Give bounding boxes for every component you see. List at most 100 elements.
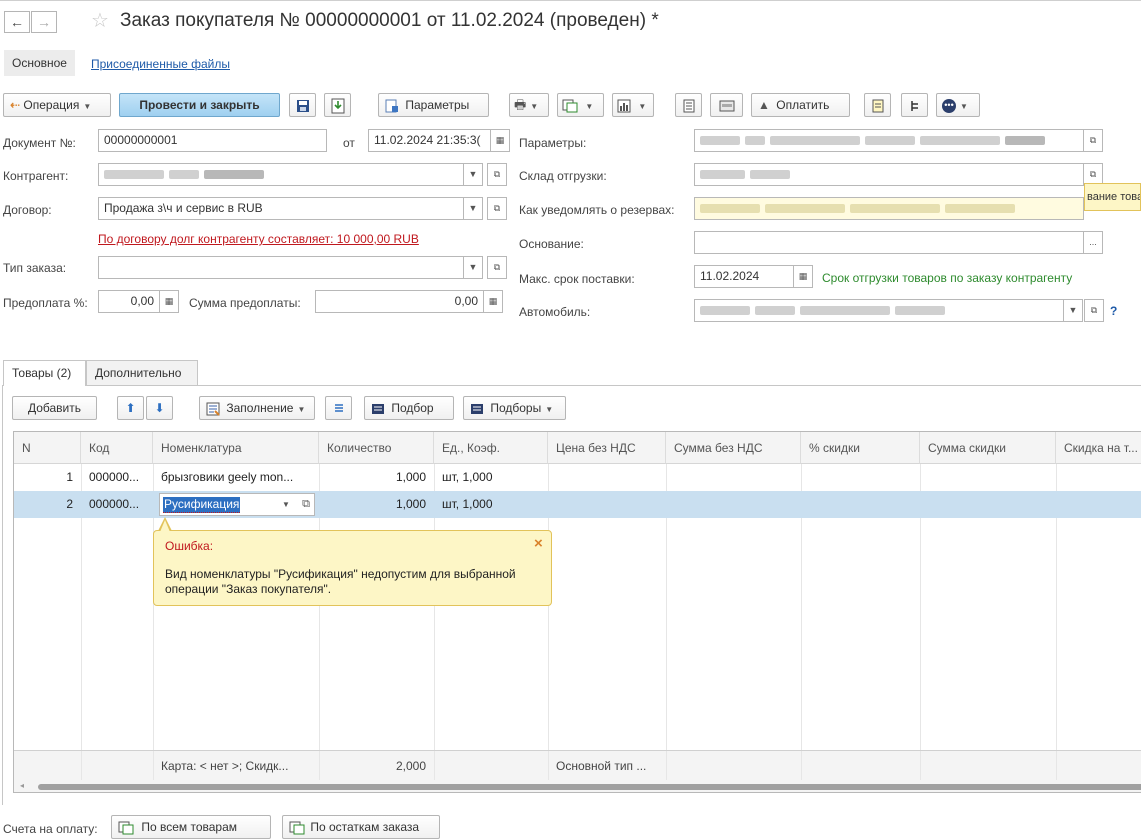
- favorite-star-icon[interactable]: ☆: [91, 8, 109, 33]
- shipping-term-link[interactable]: Срок отгрузки товаров по заказу контраге…: [822, 271, 1072, 285]
- move-down-button[interactable]: ⬇: [146, 396, 173, 420]
- parameters-open-button[interactable]: ⧉: [1083, 129, 1103, 152]
- subsection-main[interactable]: Основное: [4, 50, 75, 76]
- basis-select-button[interactable]: ...: [1083, 231, 1103, 254]
- arrow-up-icon: ⬆: [125, 401, 136, 415]
- parameters-button[interactable]: Параметры: [378, 93, 489, 117]
- car-dropdown-button[interactable]: ▼: [1063, 299, 1083, 322]
- picks-button[interactable]: Подборы ▼: [463, 396, 566, 420]
- column-header-quantity[interactable]: Количество: [319, 432, 434, 464]
- contract-dropdown-button[interactable]: ▼: [463, 197, 483, 220]
- tab-goods[interactable]: Товары (2): [3, 360, 86, 386]
- document-number-field[interactable]: 00000000001: [98, 129, 327, 152]
- add-row-button[interactable]: Добавить: [12, 396, 97, 420]
- pay-button[interactable]: ▲ Оплатить: [751, 93, 850, 117]
- column-header-unit[interactable]: Ед., Коэф.: [434, 432, 548, 464]
- column-header-sum[interactable]: Сумма без НДС: [666, 432, 801, 464]
- chevron-down-icon: ▼: [1068, 305, 1078, 315]
- fill-button[interactable]: Заполнение ▼: [199, 396, 315, 420]
- contractor-field[interactable]: [98, 163, 464, 186]
- contractor-open-button[interactable]: ⧉: [487, 163, 507, 186]
- scroll-left-icon[interactable]: ◂: [20, 781, 24, 790]
- column-header-n[interactable]: N: [14, 432, 81, 464]
- order-type-dropdown-button[interactable]: ▼: [463, 256, 483, 279]
- forward-button[interactable]: →: [31, 11, 57, 33]
- item-edit-field[interactable]: Русификация ▼ ⧉: [159, 493, 315, 516]
- table-row[interactable]: 1 000000... брызговики geely mon... 1,00…: [14, 464, 1141, 491]
- card-icon: [719, 100, 734, 112]
- order-type-label: Тип заказа:: [3, 261, 67, 275]
- calendar-button[interactable]: ▦: [490, 129, 510, 152]
- post-button[interactable]: [324, 93, 351, 117]
- close-icon[interactable]: ×: [534, 535, 543, 552]
- horizontal-scrollbar[interactable]: ◂: [14, 780, 1141, 792]
- open-icon: ⧉: [1090, 305, 1098, 315]
- open-icon[interactable]: ⧉: [297, 494, 315, 515]
- open-icon: ⧉: [1089, 135, 1097, 145]
- contract-debt-link[interactable]: По договору долг контрагенту составляет:…: [98, 232, 419, 246]
- column-header-price[interactable]: Цена без НДС: [548, 432, 666, 464]
- column-header-discount-sum[interactable]: Сумма скидки: [920, 432, 1056, 464]
- parameters-field[interactable]: [694, 129, 1084, 152]
- operation-button[interactable]: ⇠ Операция ▼: [3, 93, 111, 117]
- column-header-code[interactable]: Код: [81, 432, 153, 464]
- contractor-label: Контрагент:: [3, 169, 69, 183]
- contract-field[interactable]: Продажа з\ч и сервис в RUB: [98, 197, 464, 220]
- invoice-order-remains-button[interactable]: По остаткам заказа: [282, 815, 440, 839]
- create-based-on-button[interactable]: ▼: [557, 93, 604, 117]
- scrollbar-thumb[interactable]: [38, 784, 1141, 790]
- chevron-down-icon: ▼: [585, 102, 594, 111]
- warehouse-field[interactable]: [694, 163, 1084, 186]
- subsection-attached-files[interactable]: Присоединенные файлы: [91, 57, 230, 71]
- calculator-button[interactable]: ▦: [159, 290, 179, 313]
- prepayment-sum-field[interactable]: 0,00: [315, 290, 484, 313]
- car-field[interactable]: [694, 299, 1064, 322]
- reserve-notify-field[interactable]: [694, 197, 1084, 220]
- document-number-label: Документ №:: [3, 136, 76, 150]
- save-button[interactable]: [289, 93, 316, 117]
- tab-additional[interactable]: Дополнительно: [86, 360, 198, 385]
- document-yellow-icon: [872, 99, 883, 113]
- card-button[interactable]: [710, 93, 743, 117]
- calendar-icon: ▦: [495, 135, 505, 145]
- invoice-all-goods-button[interactable]: По всем товарам: [111, 815, 271, 839]
- column-header-discount-per[interactable]: Скидка на т...: [1056, 432, 1141, 464]
- date-field[interactable]: 11.02.2024 21:35:3(: [368, 129, 491, 152]
- max-delivery-term-field[interactable]: 11.02.2024: [694, 265, 794, 288]
- arrow-left-icon: ←: [10, 14, 24, 30]
- calendar-button[interactable]: ▦: [793, 265, 813, 288]
- post-and-close-button[interactable]: Провести и закрыть: [119, 93, 280, 117]
- pick-button[interactable]: Подбор: [364, 396, 454, 420]
- contractor-dropdown-button[interactable]: ▼: [463, 163, 483, 186]
- basis-field[interactable]: [694, 231, 1084, 254]
- chevron-down-icon[interactable]: ▼: [277, 494, 295, 515]
- reports-button[interactable]: ▼: [612, 93, 654, 117]
- barcode-button[interactable]: [864, 93, 891, 117]
- column-header-item[interactable]: Номенклатура: [153, 432, 319, 464]
- help-icon[interactable]: ?: [1110, 304, 1117, 318]
- move-up-button[interactable]: ⬆: [117, 396, 144, 420]
- table-row-selected[interactable]: 2 000000... Русификация ▼ ⧉ 1,000 шт, 1,…: [14, 491, 1141, 518]
- prepayment-percent-field[interactable]: 0,00: [98, 290, 160, 313]
- car-open-button[interactable]: ⧉: [1084, 299, 1104, 322]
- chevron-down-icon: ▼: [638, 102, 647, 111]
- row-number: 2: [66, 497, 73, 511]
- columns-button[interactable]: [325, 396, 352, 420]
- list-button[interactable]: [675, 93, 702, 117]
- more-button[interactable]: ••• ▼: [936, 93, 980, 117]
- open-icon: ⧉: [493, 203, 501, 213]
- column-header-discount-percent[interactable]: % скидки: [801, 432, 920, 464]
- print-button[interactable]: 🖶 ▼: [509, 93, 549, 117]
- row-number: 1: [66, 470, 73, 484]
- contract-open-button[interactable]: ⧉: [487, 197, 507, 220]
- invoices-label: Счета на оплату:: [3, 822, 98, 836]
- chevron-down-icon: ▼: [468, 169, 478, 179]
- structure-button[interactable]: [901, 93, 928, 117]
- order-type-open-button[interactable]: ⧉: [487, 256, 507, 279]
- calculator-button[interactable]: ▦: [483, 290, 503, 313]
- order-type-field[interactable]: [98, 256, 464, 279]
- list-lines-icon: [334, 404, 343, 412]
- open-icon: ⧉: [493, 262, 501, 272]
- error-title: Ошибка:: [165, 539, 214, 553]
- back-button[interactable]: ←: [4, 11, 30, 33]
